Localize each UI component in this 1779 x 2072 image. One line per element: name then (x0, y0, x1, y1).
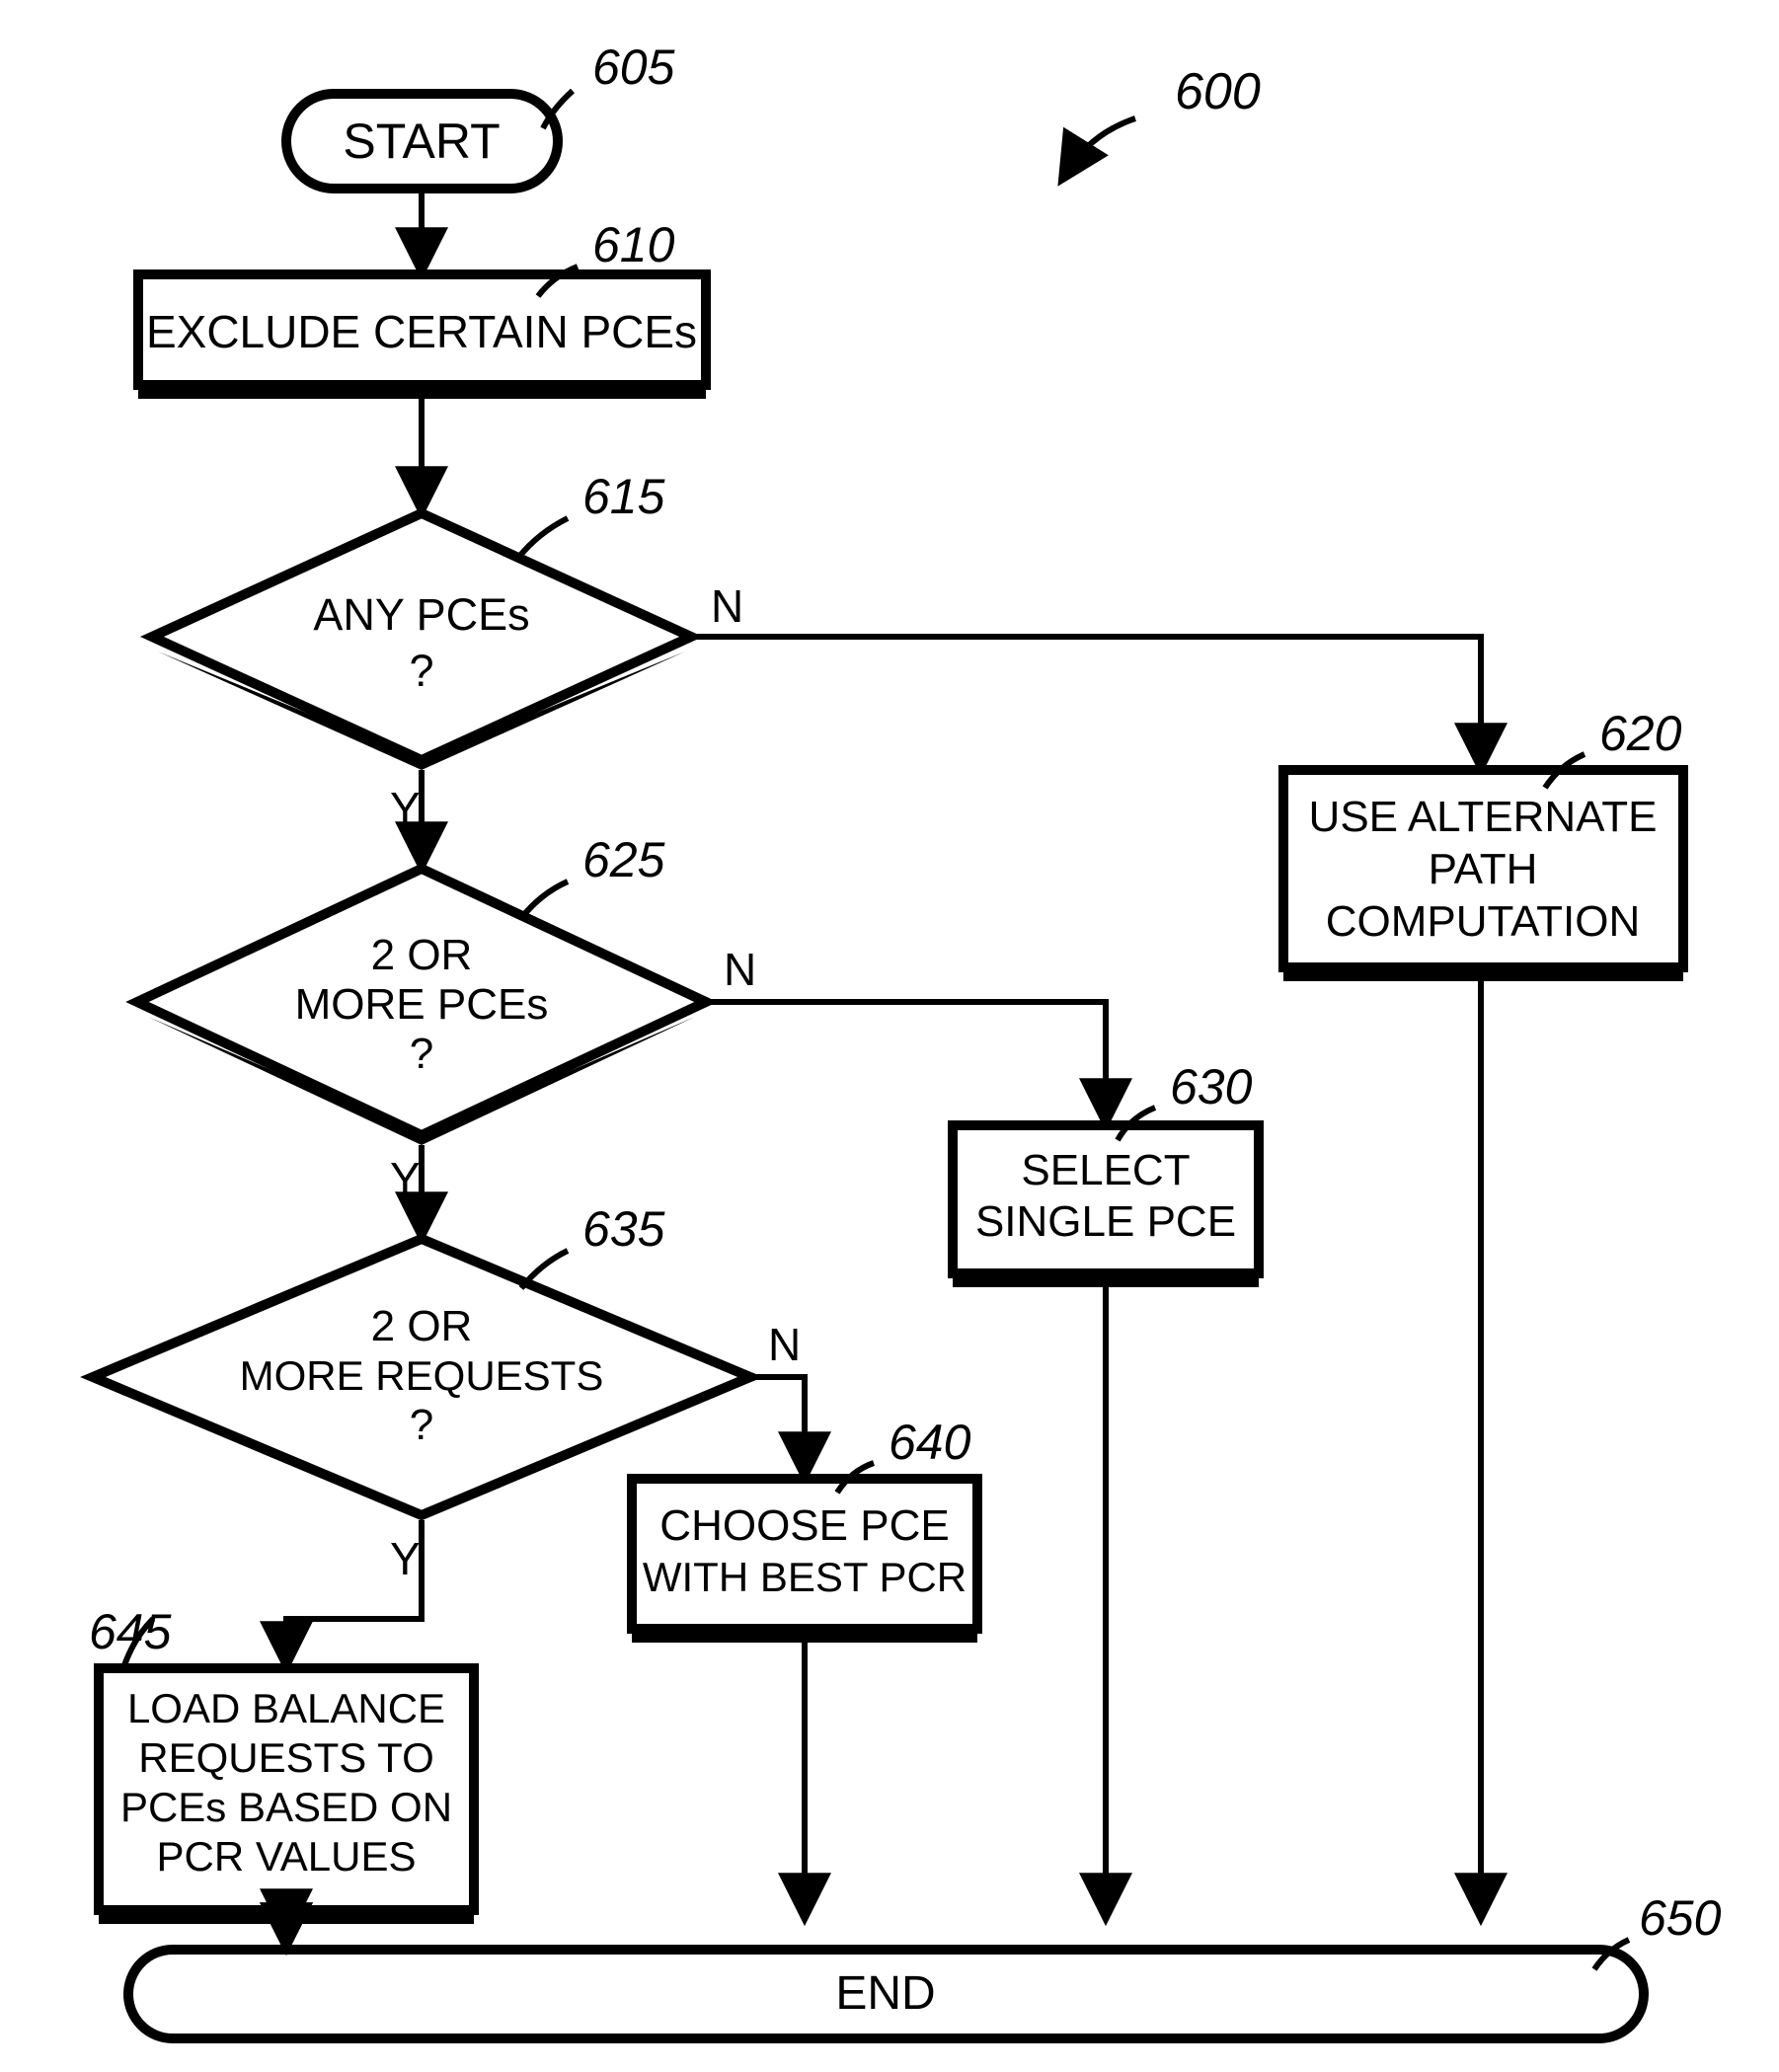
twopce-l2: ? (410, 1030, 433, 1078)
alt-l1: PATH (1429, 845, 1538, 893)
node-two-pces: 2 OR MORE PCEs ? (137, 869, 706, 1145)
best-l1: WITH BEST PCR (643, 1554, 967, 1600)
ref-605: 605 (592, 39, 675, 95)
flowchart-600: 600 START 605 EXCLUDE CERTAIN PCEs 610 A… (0, 0, 1779, 2072)
twopce-y: Y (390, 1153, 421, 1204)
any-label-1: ? (409, 646, 433, 696)
ref-620: 620 (1599, 706, 1682, 761)
start-label: START (343, 114, 500, 169)
node-exclude: EXCLUDE CERTAIN PCEs (138, 274, 706, 399)
node-load-balance: LOAD BALANCE REQUESTS TO PCEs BASED ON P… (99, 1668, 474, 1924)
node-alt: USE ALTERNATE PATH COMPUTATION (1283, 770, 1683, 981)
figure-ref-600: 600 (1175, 63, 1261, 120)
twopce-l1: MORE PCEs (295, 980, 549, 1029)
single-l1: SINGLE PCE (975, 1197, 1236, 1246)
tworeq-l2: ? (410, 1401, 433, 1449)
any-n: N (711, 580, 743, 632)
node-end: END (128, 1950, 1644, 2038)
ref-615: 615 (582, 469, 665, 524)
single-l0: SELECT (1021, 1146, 1190, 1194)
ref-650: 650 (1639, 1890, 1722, 1946)
node-best: CHOOSE PCE WITH BEST PCR (632, 1479, 977, 1643)
alt-l2: COMPUTATION (1326, 897, 1641, 946)
any-label-0: ANY PCEs (313, 589, 529, 640)
ref-630: 630 (1170, 1059, 1253, 1114)
ref-625: 625 (582, 832, 665, 887)
alt-l0: USE ALTERNATE (1309, 793, 1658, 841)
twopce-n: N (724, 944, 756, 995)
tworeq-y: Y (390, 1533, 421, 1584)
tworeq-l1: MORE REQUESTS (240, 1352, 604, 1399)
ref-635: 635 (582, 1201, 665, 1257)
node-start: START (286, 94, 558, 189)
ref-610: 610 (592, 217, 675, 272)
any-y: Y (390, 783, 421, 834)
load-l1: REQUESTS TO (138, 1734, 434, 1781)
tworeq-n: N (768, 1319, 801, 1370)
best-l0: CHOOSE PCE (659, 1501, 949, 1550)
ref-640: 640 (889, 1415, 971, 1470)
load-l0: LOAD BALANCE (127, 1685, 445, 1731)
load-l2: PCEs BASED ON (120, 1784, 452, 1830)
twopce-l0: 2 OR (371, 931, 473, 979)
end-label: END (835, 1967, 935, 2020)
load-l3: PCR VALUES (157, 1833, 417, 1880)
tworeq-l0: 2 OR (371, 1302, 473, 1350)
exclude-label: EXCLUDE CERTAIN PCEs (146, 306, 697, 357)
node-single: SELECT SINGLE PCE (953, 1125, 1259, 1287)
node-any-pces: ANY PCEs ? (152, 513, 691, 770)
